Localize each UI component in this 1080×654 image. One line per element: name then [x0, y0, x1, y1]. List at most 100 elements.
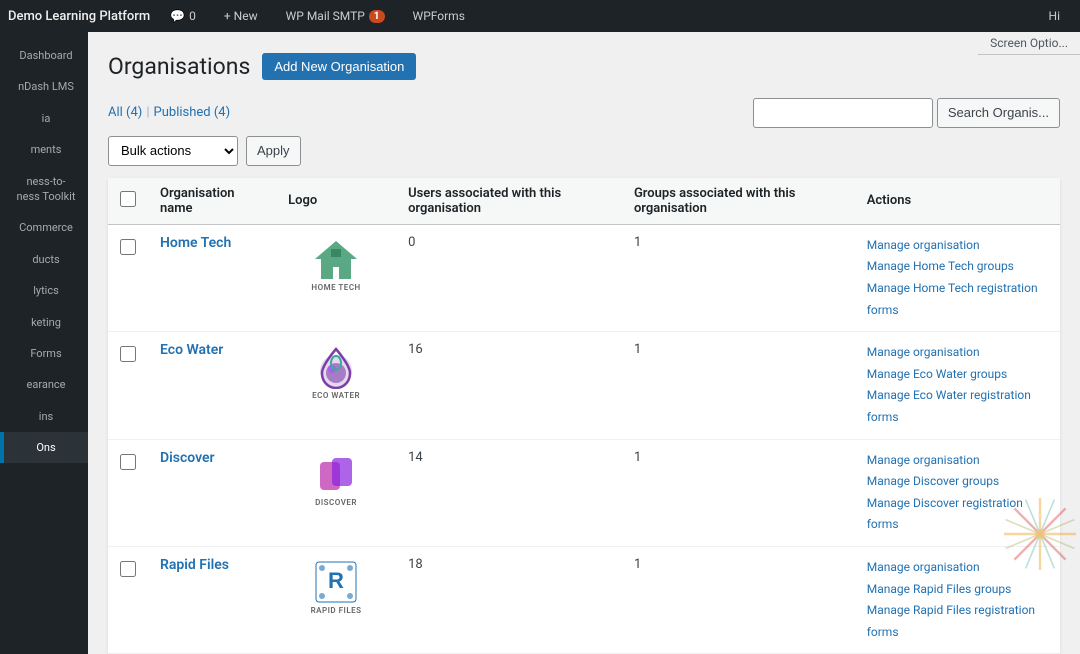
- action-eco-water-manage-org[interactable]: Manage organisation: [867, 342, 1048, 364]
- sidebar-item-comments[interactable]: ments: [0, 134, 88, 165]
- logo-eco-water: ECO WATER: [296, 342, 376, 402]
- appearance-label: earance: [27, 378, 66, 391]
- org-name-cell-discover: Discover: [148, 439, 276, 546]
- select-all-checkbox[interactable]: [120, 191, 136, 207]
- new-label: + New: [224, 9, 258, 23]
- sidebar: Dashboard nDash LMS ia ments ness-to-nes…: [0, 32, 88, 654]
- action-discover-manage-groups[interactable]: Manage Discover groups: [867, 471, 1048, 493]
- action-rapid-files-manage-groups[interactable]: Manage Rapid Files groups: [867, 579, 1048, 601]
- sidebar-item-dashboard[interactable]: Dashboard: [0, 40, 88, 71]
- action-rapid-files-manage-reg[interactable]: Manage Rapid Files registration forms: [867, 600, 1048, 643]
- org-name-link-home-tech[interactable]: Home Tech: [160, 235, 231, 251]
- logo-label-eco-water: ECO WATER: [312, 391, 360, 400]
- search-input[interactable]: [753, 98, 933, 128]
- bulk-actions-select[interactable]: Bulk actions: [108, 136, 238, 166]
- table-row: Rapid Files R RAPID FILES181Manage organ…: [108, 547, 1060, 654]
- row-checkbox-discover: [108, 439, 148, 546]
- dashboard-label: Dashboard: [19, 49, 72, 62]
- logo-cell-eco-water: ECO WATER: [276, 332, 396, 439]
- filter-links: All (4) | Published (4): [108, 105, 230, 120]
- site-name[interactable]: Demo Learning Platform: [8, 9, 150, 24]
- page-header: Organisations Add New Organisation: [108, 52, 1060, 82]
- row-checkbox-home-tech: [108, 224, 148, 331]
- ons-label: Ons: [36, 441, 55, 454]
- col-actions: Actions: [855, 178, 1060, 225]
- users-count-discover: 14: [396, 439, 622, 546]
- sidebar-item-plugins[interactable]: ins: [0, 401, 88, 432]
- action-eco-water-manage-groups[interactable]: Manage Eco Water groups: [867, 364, 1048, 386]
- media-label: ia: [42, 112, 51, 125]
- new-content-link[interactable]: + New: [216, 0, 266, 32]
- marketing-label: keting: [31, 316, 61, 329]
- logo-label-discover: DISCOVER: [315, 498, 357, 507]
- filter-all[interactable]: All (4): [108, 105, 142, 120]
- filter-separator: |: [146, 105, 149, 120]
- screen-options-button[interactable]: Screen Optio...: [978, 32, 1080, 55]
- logo-home-tech: HOME TECH: [296, 235, 376, 295]
- comments-link[interactable]: 💬 0: [162, 0, 204, 32]
- logo-label-rapid-files: RAPID FILES: [311, 606, 362, 615]
- layout: Dashboard nDash LMS ia ments ness-to-nes…: [0, 32, 1080, 654]
- sidebar-item-ons[interactable]: Ons: [0, 432, 88, 463]
- search-button[interactable]: Search Organis...: [937, 98, 1060, 128]
- sidebar-item-appearance[interactable]: earance: [0, 369, 88, 400]
- actions-cell-eco-water: Manage organisationManage Eco Water grou…: [855, 332, 1060, 439]
- forms-label: Forms: [30, 347, 61, 360]
- checkbox-home-tech[interactable]: [120, 239, 136, 255]
- wpmail-label: WP Mail SMTP: [286, 9, 365, 23]
- comment-icon: 💬: [170, 9, 185, 23]
- decoration-star: [1000, 494, 1080, 574]
- groups-count-home-tech: 1: [622, 224, 855, 331]
- row-checkbox-rapid-files: [108, 547, 148, 654]
- sidebar-item-forms[interactable]: Forms: [0, 338, 88, 369]
- org-name-link-discover[interactable]: Discover: [160, 450, 215, 466]
- wpforms-link[interactable]: WPForms: [405, 0, 473, 32]
- logo-label-home-tech: HOME TECH: [311, 283, 360, 292]
- woocommerce-label: Commerce: [19, 221, 73, 234]
- products-label: ducts: [32, 253, 59, 266]
- toolkit-label: ness-to-ness Toolkit: [17, 175, 76, 203]
- wpmail-link[interactable]: WP Mail SMTP 1: [278, 0, 393, 32]
- action-discover-manage-org[interactable]: Manage organisation: [867, 450, 1048, 472]
- sidebar-item-media[interactable]: ia: [0, 103, 88, 134]
- org-name-link-eco-water[interactable]: Eco Water: [160, 342, 223, 358]
- action-home-tech-manage-reg[interactable]: Manage Home Tech registration forms: [867, 278, 1048, 321]
- comment-count: 0: [189, 9, 196, 23]
- sidebar-item-toolkit[interactable]: ness-to-ness Toolkit: [0, 166, 88, 213]
- sidebar-item-marketing[interactable]: keting: [0, 307, 88, 338]
- action-eco-water-manage-reg[interactable]: Manage Eco Water registration forms: [867, 385, 1048, 428]
- col-name: Organisation name: [148, 178, 276, 225]
- actions-cell-home-tech: Manage organisationManage Home Tech grou…: [855, 224, 1060, 331]
- add-new-organisation-button[interactable]: Add New Organisation: [262, 53, 416, 80]
- sidebar-item-products[interactable]: ducts: [0, 244, 88, 275]
- table-row: Discover DISCOVER141Manage organisationM…: [108, 439, 1060, 546]
- org-name-cell-rapid-files: Rapid Files: [148, 547, 276, 654]
- ndash-lms-label: nDash LMS: [18, 80, 74, 93]
- users-count-home-tech: 0: [396, 224, 622, 331]
- checkbox-rapid-files[interactable]: [120, 561, 136, 577]
- sidebar-item-analytics[interactable]: lytics: [0, 275, 88, 306]
- checkbox-discover[interactable]: [120, 454, 136, 470]
- user-greeting: Hi: [1049, 9, 1072, 23]
- checkbox-eco-water[interactable]: [120, 346, 136, 362]
- org-name-cell-home-tech: Home Tech: [148, 224, 276, 331]
- logo-cell-home-tech: HOME TECH: [276, 224, 396, 331]
- main-content: Organisations Add New Organisation All (…: [88, 32, 1080, 654]
- search-area: Search Organis...: [753, 98, 1060, 128]
- plugins-label: ins: [39, 410, 53, 423]
- sidebar-item-ndash-lms[interactable]: nDash LMS: [0, 71, 88, 102]
- wpmail-badge: 1: [369, 10, 385, 23]
- sidebar-item-woocommerce[interactable]: Commerce: [0, 212, 88, 243]
- col-users: Users associated with this organisation: [396, 178, 622, 225]
- apply-button[interactable]: Apply: [246, 136, 301, 166]
- users-count-rapid-files: 18: [396, 547, 622, 654]
- action-home-tech-manage-groups[interactable]: Manage Home Tech groups: [867, 256, 1048, 278]
- page-title: Organisations: [108, 52, 250, 82]
- filter-published[interactable]: Published (4): [154, 105, 231, 120]
- users-count-eco-water: 16: [396, 332, 622, 439]
- table-row: Eco Water ECO WATER161Manage organisatio…: [108, 332, 1060, 439]
- organisations-table: Organisation name Logo Users associated …: [108, 178, 1060, 654]
- admin-bar: Demo Learning Platform 💬 0 + New WP Mail…: [0, 0, 1080, 32]
- action-home-tech-manage-org[interactable]: Manage organisation: [867, 235, 1048, 257]
- org-name-link-rapid-files[interactable]: Rapid Files: [160, 557, 229, 573]
